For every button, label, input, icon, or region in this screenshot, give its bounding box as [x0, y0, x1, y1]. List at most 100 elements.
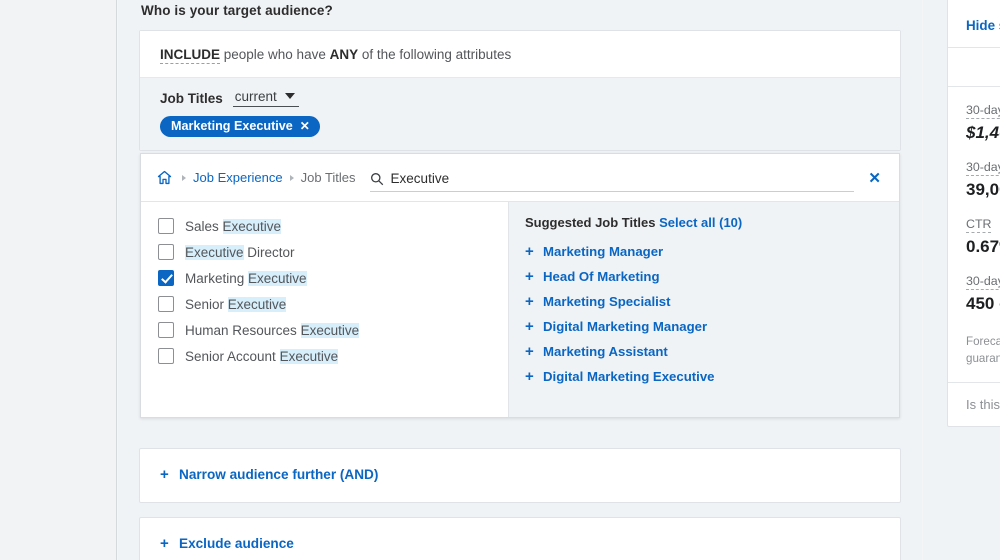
- forecast-range-tab[interactable]: 1-day: [948, 47, 1000, 87]
- breadcrumb-item-job-titles: Job Titles: [300, 170, 356, 185]
- job-title-option[interactable]: Marketing Executive: [141, 265, 508, 291]
- suggested-job-title[interactable]: + Marketing Specialist: [525, 289, 899, 314]
- include-statement: INCLUDE people who have ANY of the follo…: [140, 31, 900, 78]
- clear-search-button[interactable]: ✕: [864, 169, 885, 187]
- search-icon: [370, 172, 383, 185]
- narrow-audience-label: Narrow audience further (AND): [179, 467, 379, 482]
- chevron-down-icon: [284, 93, 295, 99]
- include-text-mid: people who have: [220, 47, 330, 62]
- checkbox[interactable]: [158, 296, 174, 312]
- suggested-job-title-label: Marketing Manager: [543, 244, 664, 259]
- job-title-option[interactable]: Senior Executive: [141, 291, 508, 317]
- plus-icon: +: [160, 466, 169, 483]
- forecast-stat-value: 0.67% - 1.12%: [966, 237, 1000, 256]
- exclude-audience-button[interactable]: + Exclude audience: [160, 536, 294, 551]
- forecast-stat: 30-day impressions 39,000 - 58,000: [966, 158, 1000, 200]
- forecast-stats: 30-day spend $1,400 - $2,100 30-day impres…: [948, 87, 1000, 333]
- job-title-option-label: Marketing Executive: [185, 270, 307, 286]
- breadcrumb: Job Experience Job Titles: [157, 170, 356, 185]
- plus-icon: +: [525, 318, 534, 335]
- job-title-option[interactable]: Human Resources Executive: [141, 317, 508, 343]
- suggested-title: Suggested Job Titles: [525, 215, 656, 230]
- narrow-audience-card[interactable]: + Narrow audience further (AND): [139, 448, 901, 503]
- typeahead-header: Job Experience Job Titles ✕: [141, 154, 899, 202]
- narrow-audience-button[interactable]: + Narrow audience further (AND): [160, 467, 378, 482]
- suggested-job-title-label: Digital Marketing Executive: [543, 369, 715, 384]
- forecast-rail: SalesBusiness DevelopmentAdministrativeO…: [923, 0, 1000, 560]
- suggestion-list: + Marketing Manager + Head Of Marketing + Mar…: [525, 239, 899, 389]
- plus-icon: +: [525, 368, 534, 385]
- discrimination-disclaimer: LinkedIn tools may not be used to discri…: [160, 553, 880, 560]
- suggested-job-titles-panel: Suggested Job Titles Select all (10) + Ma…: [508, 202, 899, 417]
- include-any-keyword: ANY: [329, 47, 359, 62]
- suggested-job-title[interactable]: + Marketing Assistant: [525, 339, 899, 364]
- job-title-option-list: Sales Executive Executive Director Marketi…: [141, 202, 508, 417]
- exclude-audience-card[interactable]: + Exclude audience LinkedIn tools may no…: [139, 517, 901, 560]
- suggested-job-title[interactable]: + Head Of Marketing: [525, 264, 899, 289]
- typeahead-body: Sales Executive Executive Director Marketi…: [141, 202, 899, 417]
- segment-list: SalesBusiness DevelopmentAdministrativeO…: [948, 0, 1000, 11]
- job-title-option-label: Senior Account Executive: [185, 348, 339, 364]
- forecast-stat-value: 450 - 690: [966, 294, 1000, 313]
- job-title-option[interactable]: Executive Director: [141, 239, 508, 265]
- suggested-job-title[interactable]: + Digital Marketing Executive: [525, 364, 899, 389]
- suggested-job-title-label: Head Of Marketing: [543, 269, 660, 284]
- checkbox[interactable]: [158, 218, 174, 234]
- forecast-stat-value: 39,000 - 58,000: [966, 180, 1000, 199]
- job-title-tense-value: current: [234, 89, 277, 104]
- forecast-feedback[interactable]: Is this helpful?: [948, 381, 1000, 426]
- search-input[interactable]: [390, 171, 855, 186]
- breadcrumb-separator-icon: [289, 174, 294, 181]
- plus-icon: +: [160, 535, 169, 552]
- job-title-option[interactable]: Senior Account Executive: [141, 343, 508, 369]
- forecast-stat-label: 30-day clicks: [966, 274, 1000, 290]
- hide-segment-link[interactable]: Hide segment: [966, 11, 1000, 37]
- checkbox[interactable]: [158, 322, 174, 338]
- job-titles-typeahead-panel: Job Experience Job Titles ✕ Sales Execut…: [140, 153, 900, 418]
- typeahead-search: [369, 171, 855, 192]
- chip-label: Marketing Executive: [171, 119, 293, 133]
- suggested-job-title-label: Marketing Specialist: [543, 294, 671, 309]
- include-keyword: INCLUDE: [160, 47, 220, 64]
- rail-bottom-mask: [923, 508, 1000, 560]
- include-card: INCLUDE people who have ANY of the follo…: [139, 30, 901, 418]
- select-all-link[interactable]: Select all (10): [659, 215, 742, 230]
- forecast-stat-label: 30-day impressions: [966, 160, 1000, 176]
- job-title-option-label: Sales Executive: [185, 218, 282, 234]
- checkbox[interactable]: [158, 270, 174, 286]
- job-title-option-label: Human Resources Executive: [185, 322, 360, 338]
- forecast-stat-value: $1,400 - $2,100: [966, 123, 1000, 142]
- exclude-audience-label: Exclude audience: [179, 536, 294, 551]
- forecast-stat: 30-day clicks 450 - 690: [966, 272, 1000, 314]
- include-text-end: of the following attributes: [358, 47, 512, 62]
- suggested-job-title[interactable]: + Marketing Manager: [525, 239, 899, 264]
- forecast-card: SalesBusiness DevelopmentAdministrativeO…: [947, 0, 1000, 427]
- breadcrumb-separator-icon: [182, 174, 186, 181]
- job-title-option[interactable]: Sales Executive: [141, 213, 508, 239]
- job-titles-facet: Job Titles current Marketing Executive ✕: [140, 78, 900, 150]
- forecast-stat: 30-day spend $1,400 - $2,100: [966, 101, 1000, 143]
- suggested-job-title-label: Marketing Assistant: [543, 344, 668, 359]
- suggested-job-title[interactable]: + Digital Marketing Manager: [525, 314, 899, 339]
- audience-builder-column: Who is your target audience? INCLUDE peo…: [118, 0, 922, 560]
- home-icon[interactable]: [157, 170, 172, 185]
- suggested-header: Suggested Job Titles Select all (10): [525, 215, 899, 230]
- forecast-stat-label: 30-day spend: [966, 103, 1000, 119]
- checkbox[interactable]: [158, 244, 174, 260]
- breadcrumb-item-job-experience[interactable]: Job Experience: [193, 170, 283, 185]
- job-title-option-label: Executive Director: [185, 244, 295, 260]
- checkbox[interactable]: [158, 348, 174, 364]
- selected-job-title-chip[interactable]: Marketing Executive ✕: [160, 116, 320, 137]
- job-title-option-label: Senior Executive: [185, 296, 287, 312]
- segment-list-item: Operations: [966, 0, 1000, 1]
- plus-icon: +: [525, 293, 534, 310]
- suggested-job-title-label: Digital Marketing Manager: [543, 319, 708, 334]
- close-icon[interactable]: ✕: [300, 120, 310, 132]
- forecast-stat-label: CTR: [966, 217, 992, 233]
- page-title: Who is your target audience?: [141, 3, 333, 18]
- forecast-note: Forecasted results are estimates and do …: [966, 335, 1000, 366]
- forecast-stat: CTR 0.67% - 1.12%: [966, 215, 1000, 257]
- facet-label: Job Titles: [160, 90, 223, 106]
- job-title-tense-select[interactable]: current: [232, 89, 299, 107]
- left-gutter: [0, 0, 117, 560]
